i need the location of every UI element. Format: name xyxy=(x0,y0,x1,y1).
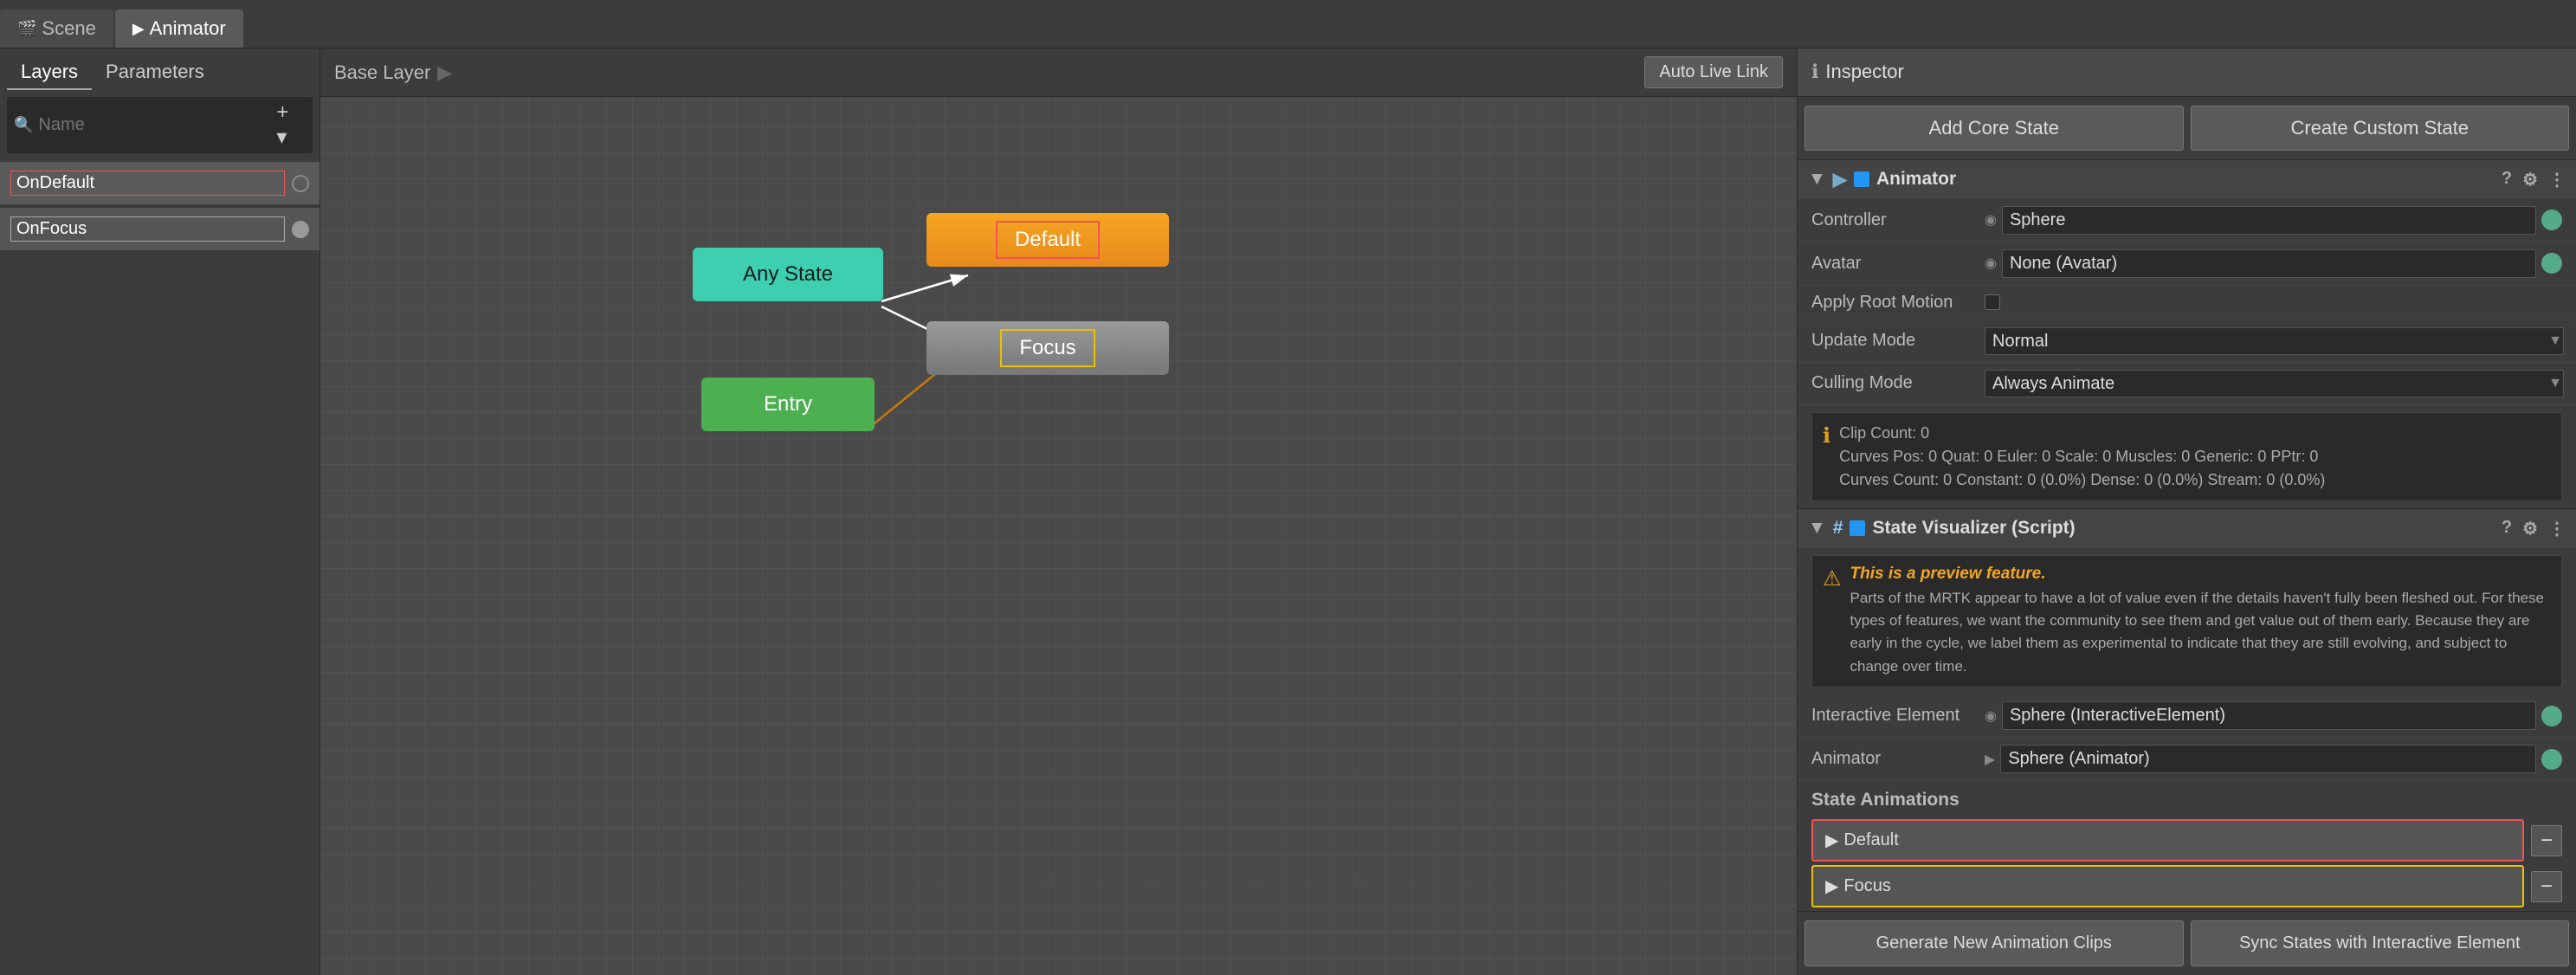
inspector-btn-row: Add Core State Create Custom State xyxy=(1798,97,2576,159)
interactive-element-field[interactable] xyxy=(2002,701,2536,730)
animator-enabled-checkbox[interactable] xyxy=(1854,171,1869,187)
avatar-field[interactable] xyxy=(2002,249,2536,278)
state-visualizer-section: ▼ # State Visualizer (Script) ? ⚙ ⋮ ⚠ Th… xyxy=(1798,508,2576,911)
layer-item-ondefault[interactable]: OnDefault xyxy=(0,162,320,204)
avatar-row: Avatar ◉ xyxy=(1798,242,2576,286)
overflow-icon[interactable]: ⋮ xyxy=(2548,169,2566,190)
warning-icon: ⚠ xyxy=(1823,566,1842,678)
auto-live-link-button[interactable]: Auto Live Link xyxy=(1644,56,1783,88)
tab-scene[interactable]: 🎬 Scene xyxy=(0,10,113,48)
node-entry[interactable]: Entry xyxy=(701,378,875,431)
breadcrumb: Base Layer ▶ xyxy=(334,61,459,84)
layer-item-onfocus[interactable]: OnFocus xyxy=(0,208,320,250)
state-visualizer-header: ▼ # State Visualizer (Script) ? ⚙ ⋮ xyxy=(1798,509,2576,548)
sync-states-button[interactable]: Sync States with Interactive Element xyxy=(2191,920,2570,966)
add-layer-button[interactable]: + ▾ xyxy=(273,100,306,150)
state-viz-overflow-icon[interactable]: ⋮ xyxy=(2548,518,2566,539)
layer-weight-onfocus xyxy=(292,221,309,238)
node-default[interactable]: Default xyxy=(926,213,1169,267)
node-any-state[interactable]: Any State xyxy=(693,248,883,301)
apply-root-motion-checkbox[interactable] xyxy=(1985,294,2000,310)
controller-select-button[interactable] xyxy=(2541,210,2562,230)
animator-component-section: ▼ ▶ Animator ? ⚙ ⋮ Controller ◉ xyxy=(1798,159,2576,508)
state-anim-default-button[interactable]: ▶ Default xyxy=(1811,819,2524,862)
state-animations-label: State Animations xyxy=(1798,781,2576,816)
animator-component-header: ▼ ▶ Animator ? ⚙ ⋮ xyxy=(1798,160,2576,199)
animator-ref-select-button[interactable] xyxy=(2541,749,2562,770)
state-anim-default-remove[interactable]: − xyxy=(2531,825,2562,856)
controller-dot: ◉ xyxy=(1985,211,1997,229)
interactive-element-row: Interactive Element ◉ xyxy=(1798,694,2576,738)
state-anim-focus-remove[interactable]: − xyxy=(2531,871,2562,902)
animator-arrow-icon: ▶ xyxy=(1833,169,1847,190)
search-input[interactable] xyxy=(38,115,268,135)
animator-ref-field[interactable] xyxy=(2000,745,2536,773)
state-arrows xyxy=(320,48,1797,975)
layer-weight-ondefault xyxy=(292,175,309,192)
update-mode-row: Update Mode Normal ▼ xyxy=(1798,320,2576,363)
scene-icon: 🎬 xyxy=(17,20,36,38)
state-viz-help-icon[interactable]: ? xyxy=(2502,518,2512,539)
interactive-element-select-button[interactable] xyxy=(2541,706,2562,726)
tab-layers[interactable]: Layers xyxy=(7,55,92,90)
tab-animator[interactable]: ▶ Animator xyxy=(115,10,243,48)
apply-root-motion-row: Apply Root Motion xyxy=(1798,286,2576,320)
animator-row: Animator ▶ xyxy=(1798,738,2576,781)
animator-header: Base Layer ▶ Auto Live Link xyxy=(320,48,1797,97)
culling-mode-row: Culling Mode Always Animate ▼ xyxy=(1798,363,2576,405)
clip-info-box: ℹ Clip Count: 0 Curves Pos: 0 Quat: 0 Eu… xyxy=(1811,412,2562,501)
avatar-select-button[interactable] xyxy=(2541,253,2562,274)
default-expand-arrow: ▶ xyxy=(1825,830,1838,851)
panel-tabs: Layers Parameters xyxy=(0,48,320,90)
bottom-btn-row: Generate New Animation Clips Sync States… xyxy=(1798,911,2576,975)
search-bar: 🔍 + ▾ xyxy=(7,97,313,153)
interactive-element-dot: ◉ xyxy=(1985,707,1997,725)
help-icon[interactable]: ? xyxy=(2502,169,2512,190)
tab-parameters[interactable]: Parameters xyxy=(92,55,218,90)
animator-canvas: Base Layer ▶ Auto Live Link xyxy=(320,48,1797,975)
clip-info-icon: ℹ xyxy=(1823,423,1830,492)
warning-box: ⚠ This is a preview feature. Parts of th… xyxy=(1811,555,2562,688)
state-viz-settings-icon[interactable]: ⚙ xyxy=(2522,518,2538,539)
state-viz-expand[interactable]: ▼ xyxy=(1808,518,1826,539)
inspector-panel: ℹ Inspector Add Core State Create Custom… xyxy=(1797,48,2576,975)
settings-icon[interactable]: ⚙ xyxy=(2522,169,2538,190)
hash-icon: # xyxy=(1833,518,1843,539)
add-core-state-button[interactable]: Add Core State xyxy=(1804,106,2184,151)
state-anim-focus-row: ▶ Focus − xyxy=(1811,865,2562,907)
animator-ref-dot: ▶ xyxy=(1985,751,1995,768)
create-custom-state-button[interactable]: Create Custom State xyxy=(2191,106,2570,151)
controller-field[interactable] xyxy=(2002,206,2536,235)
node-focus[interactable]: Focus xyxy=(926,321,1169,375)
info-icon: ℹ xyxy=(1811,61,1818,83)
update-mode-select[interactable]: Normal xyxy=(1985,327,2564,355)
focus-expand-arrow: ▶ xyxy=(1825,875,1838,897)
controller-row: Controller ◉ xyxy=(1798,199,2576,242)
culling-mode-select[interactable]: Always Animate xyxy=(1985,370,2564,397)
state-viz-enabled-checkbox[interactable] xyxy=(1850,520,1865,536)
animator-expand-arrow[interactable]: ▼ xyxy=(1808,169,1826,190)
state-anim-focus-button[interactable]: ▶ Focus xyxy=(1811,865,2524,907)
state-anim-default-row: ▶ Default − xyxy=(1811,819,2562,862)
left-panel: Layers Parameters 🔍 + ▾ OnDefault OnFocu… xyxy=(0,48,320,975)
generate-animation-clips-button[interactable]: Generate New Animation Clips xyxy=(1804,920,2184,966)
search-icon: 🔍 xyxy=(14,116,33,134)
inspector-header: ℹ Inspector xyxy=(1798,48,2576,97)
avatar-dot: ◉ xyxy=(1985,255,1997,272)
animator-icon: ▶ xyxy=(132,20,145,38)
